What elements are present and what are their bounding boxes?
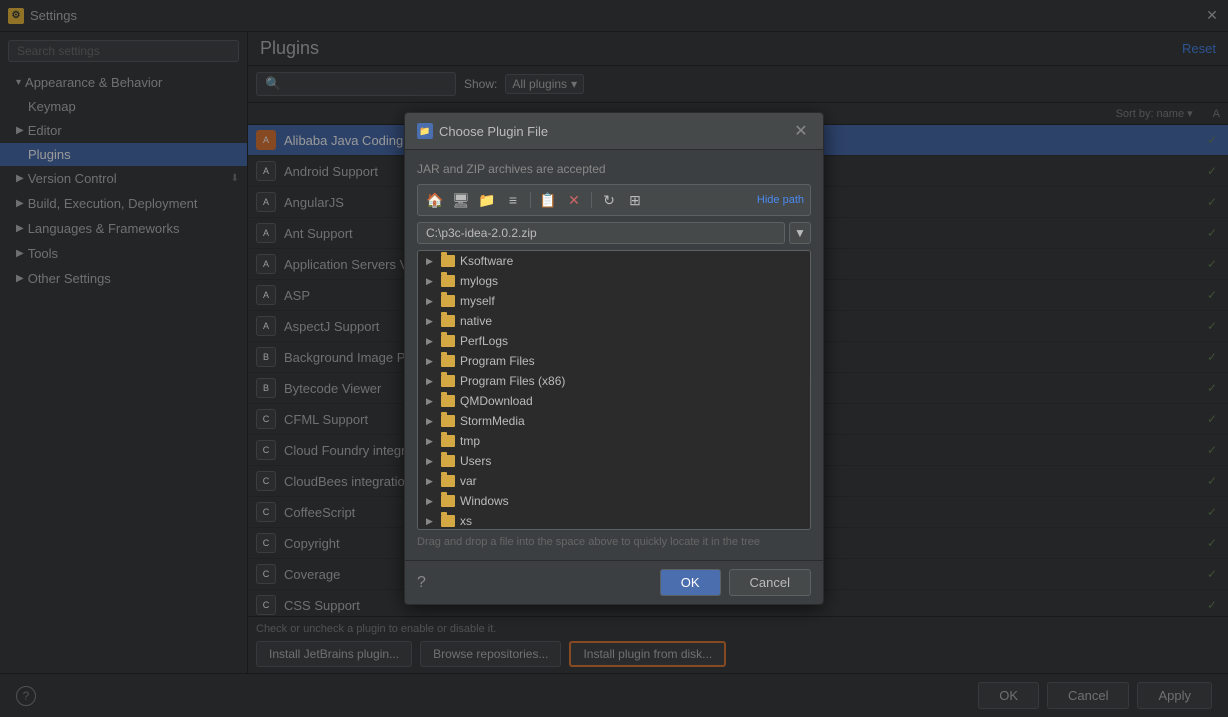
tree-button[interactable]: ≡ bbox=[502, 189, 524, 211]
folder-icon bbox=[441, 355, 455, 367]
tree-item-label: Program Files (x86) bbox=[460, 374, 565, 388]
modal-folder-icon: 📁 bbox=[417, 123, 433, 139]
tree-item-label: QMDownload bbox=[460, 394, 533, 408]
refresh-button[interactable]: ↻ bbox=[598, 189, 620, 211]
browse-path-button[interactable]: ▼ bbox=[789, 222, 811, 244]
tree-arrow-icon: ▶ bbox=[426, 396, 438, 407]
folder-icon bbox=[441, 295, 455, 307]
hide-path-link[interactable]: Hide path bbox=[757, 194, 804, 206]
tree-item-mylogs[interactable]: ▶ mylogs bbox=[418, 271, 810, 291]
modal-body: JAR and ZIP archives are accepted 🏠 🖥 📁 … bbox=[405, 150, 823, 560]
folder-icon bbox=[441, 515, 455, 527]
folder-icon bbox=[441, 375, 455, 387]
tree-item-label: tmp bbox=[460, 434, 480, 448]
modal-footer: ? OK Cancel bbox=[405, 560, 823, 604]
grid-button[interactable]: ⊞ bbox=[624, 189, 646, 211]
modal-overlay: 📁 Choose Plugin File ✕ JAR and ZIP archi… bbox=[0, 0, 1228, 717]
modal-hint-text: JAR and ZIP archives are accepted bbox=[417, 162, 811, 176]
folder-icon bbox=[441, 435, 455, 447]
folder-icon bbox=[441, 475, 455, 487]
folder-icon bbox=[441, 455, 455, 467]
tree-item-label: PerfLogs bbox=[460, 334, 508, 348]
tree-arrow-icon: ▶ bbox=[426, 296, 438, 307]
tree-item-label: Windows bbox=[460, 494, 509, 508]
tree-item-var[interactable]: ▶ var bbox=[418, 471, 810, 491]
tree-item-perflogs[interactable]: ▶ PerfLogs bbox=[418, 331, 810, 351]
folder-icon bbox=[441, 395, 455, 407]
tree-item-xs[interactable]: ▶ xs bbox=[418, 511, 810, 530]
modal-toolbar: 🏠 🖥 📁 ≡ 📋 ✕ ↻ ⊞ Hide path bbox=[417, 184, 811, 216]
folder-icon bbox=[441, 315, 455, 327]
tree-arrow-icon: ▶ bbox=[426, 516, 438, 527]
tree-item-label: Ksoftware bbox=[460, 254, 513, 268]
folder-icon bbox=[441, 255, 455, 267]
tree-arrow-icon: ▶ bbox=[426, 376, 438, 387]
tree-arrow-icon: ▶ bbox=[426, 316, 438, 327]
folder-icon bbox=[441, 415, 455, 427]
tree-item-label: Program Files bbox=[460, 354, 535, 368]
modal-title-bar: 📁 Choose Plugin File ✕ bbox=[405, 113, 823, 150]
copy-button[interactable]: 📋 bbox=[537, 189, 559, 211]
tree-arrow-icon: ▶ bbox=[426, 416, 438, 427]
modal-ok-button[interactable]: OK bbox=[660, 569, 721, 596]
tree-item-tmp[interactable]: ▶ tmp bbox=[418, 431, 810, 451]
modal-cancel-button[interactable]: Cancel bbox=[729, 569, 811, 596]
tree-item-label: StormMedia bbox=[460, 414, 525, 428]
tree-item-label: mylogs bbox=[460, 274, 498, 288]
new-folder-button[interactable]: 📁 bbox=[476, 189, 498, 211]
tree-item-label: Users bbox=[460, 454, 491, 468]
tree-arrow-icon: ▶ bbox=[426, 476, 438, 487]
separator2 bbox=[591, 192, 592, 208]
choose-plugin-file-dialog: 📁 Choose Plugin File ✕ JAR and ZIP archi… bbox=[404, 112, 824, 605]
modal-help-icon[interactable]: ? bbox=[417, 574, 426, 592]
tree-item-myself[interactable]: ▶ myself bbox=[418, 291, 810, 311]
folder-icon bbox=[441, 495, 455, 507]
delete-button[interactable]: ✕ bbox=[563, 189, 585, 211]
path-input[interactable] bbox=[417, 222, 785, 244]
modal-title: Choose Plugin File bbox=[439, 124, 791, 139]
home-button[interactable]: 🏠 bbox=[424, 189, 446, 211]
drag-hint: Drag and drop a file into the space abov… bbox=[417, 536, 811, 548]
tree-arrow-icon: ▶ bbox=[426, 356, 438, 367]
tree-arrow-icon: ▶ bbox=[426, 256, 438, 267]
tree-item-label: native bbox=[460, 314, 492, 328]
tree-arrow-icon: ▶ bbox=[426, 336, 438, 347]
tree-arrow-icon: ▶ bbox=[426, 276, 438, 287]
tree-item-windows[interactable]: ▶ Windows bbox=[418, 491, 810, 511]
separator bbox=[530, 192, 531, 208]
tree-item-users[interactable]: ▶ Users bbox=[418, 451, 810, 471]
tree-arrow-icon: ▶ bbox=[426, 496, 438, 507]
folder-icon bbox=[441, 335, 455, 347]
folder-icon bbox=[441, 275, 455, 287]
tree-item-programfilesx86[interactable]: ▶ Program Files (x86) bbox=[418, 371, 810, 391]
file-tree[interactable]: ▶ Ksoftware ▶ mylogs ▶ myself ▶ bbox=[417, 250, 811, 530]
modal-footer-buttons: OK Cancel bbox=[660, 569, 811, 596]
tree-arrow-icon: ▶ bbox=[426, 436, 438, 447]
tree-item-ksoftware[interactable]: ▶ Ksoftware bbox=[418, 251, 810, 271]
tree-item-programfiles[interactable]: ▶ Program Files bbox=[418, 351, 810, 371]
tree-item-label: xs bbox=[460, 514, 472, 528]
tree-arrow-icon: ▶ bbox=[426, 456, 438, 467]
modal-path-bar: ▼ bbox=[417, 222, 811, 244]
tree-item-label: var bbox=[460, 474, 477, 488]
modal-close-button[interactable]: ✕ bbox=[791, 121, 811, 141]
tree-item-qmdownload[interactable]: ▶ QMDownload bbox=[418, 391, 810, 411]
tree-item-stormmedia[interactable]: ▶ StormMedia bbox=[418, 411, 810, 431]
image-button[interactable]: 🖥 bbox=[450, 189, 472, 211]
tree-item-native[interactable]: ▶ native bbox=[418, 311, 810, 331]
tree-item-label: myself bbox=[460, 294, 495, 308]
